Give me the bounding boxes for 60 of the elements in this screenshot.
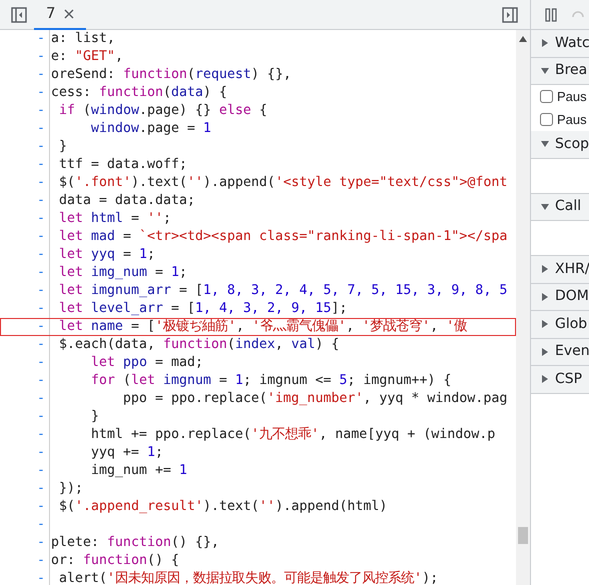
section-header[interactable]: CSP — [531, 366, 589, 394]
line-marker: - — [37, 498, 46, 516]
line-marker: - — [37, 282, 46, 300]
line-marker: - — [37, 228, 46, 246]
line-marker: - — [37, 480, 46, 498]
panel-toggle-icon[interactable] — [502, 6, 518, 22]
line-marker: - — [37, 336, 46, 354]
line-marker: - — [37, 552, 46, 570]
checkbox-label: Paus — [557, 110, 587, 129]
scroll-up-icon[interactable] — [519, 36, 527, 42]
line-marker: - — [37, 534, 46, 552]
line-marker: - — [37, 102, 46, 120]
expand-triangle-icon — [541, 292, 549, 301]
close-icon[interactable] — [64, 8, 74, 18]
line-marker: - — [37, 372, 46, 390]
section-header[interactable]: Glob — [531, 311, 589, 338]
scrollbar[interactable] — [516, 30, 530, 585]
line-marker: - — [37, 30, 46, 48]
line-marker: - — [37, 462, 46, 480]
expand-triangle-icon — [541, 39, 549, 48]
checkbox[interactable] — [540, 113, 553, 126]
line-marker: - — [37, 66, 46, 84]
checkbox[interactable] — [540, 90, 553, 103]
sidebar-toggle-icon[interactable] — [11, 6, 27, 22]
line-marker: - — [37, 84, 46, 102]
collapse-triangle-icon — [541, 202, 549, 211]
line-marker: - — [37, 318, 46, 336]
section-header[interactable]: Scop — [531, 131, 589, 158]
line-marker: - — [37, 570, 46, 585]
line-marker: - — [37, 354, 46, 372]
section-header[interactable]: Brea — [531, 58, 589, 85]
line-marker: - — [37, 138, 46, 156]
section-header[interactable]: Even — [531, 338, 589, 366]
expand-triangle-icon — [541, 348, 549, 356]
expand-triangle-icon — [541, 320, 549, 328]
line-marker: - — [37, 192, 46, 210]
file-tab[interactable]: 7 — [34, 0, 86, 30]
section-header[interactable]: Watc — [531, 30, 589, 58]
expand-triangle-icon — [541, 265, 549, 274]
line-marker: - — [37, 210, 46, 228]
line-marker: - — [37, 516, 46, 534]
collapse-triangle-icon — [541, 66, 549, 75]
line-marker: - — [37, 156, 46, 174]
line-marker: - — [37, 300, 46, 318]
scroll-thumb[interactable] — [518, 527, 528, 544]
line-marker: - — [37, 426, 46, 444]
line-marker: - — [37, 390, 46, 408]
line-marker: - — [37, 408, 46, 426]
section-header[interactable]: Call — [531, 194, 589, 221]
line-marker: - — [37, 174, 46, 192]
pause-icon[interactable] — [545, 8, 557, 22]
line-marker: - — [37, 246, 46, 264]
line-marker: - — [37, 48, 46, 66]
line-marker: - — [37, 264, 46, 282]
checkbox-label: Paus — [557, 88, 587, 106]
expand-triangle-icon — [541, 375, 549, 384]
line-marker: - — [37, 444, 46, 462]
line-marker: - — [37, 120, 46, 138]
section-header[interactable]: DOM — [531, 284, 589, 311]
collapse-triangle-icon — [541, 140, 549, 148]
